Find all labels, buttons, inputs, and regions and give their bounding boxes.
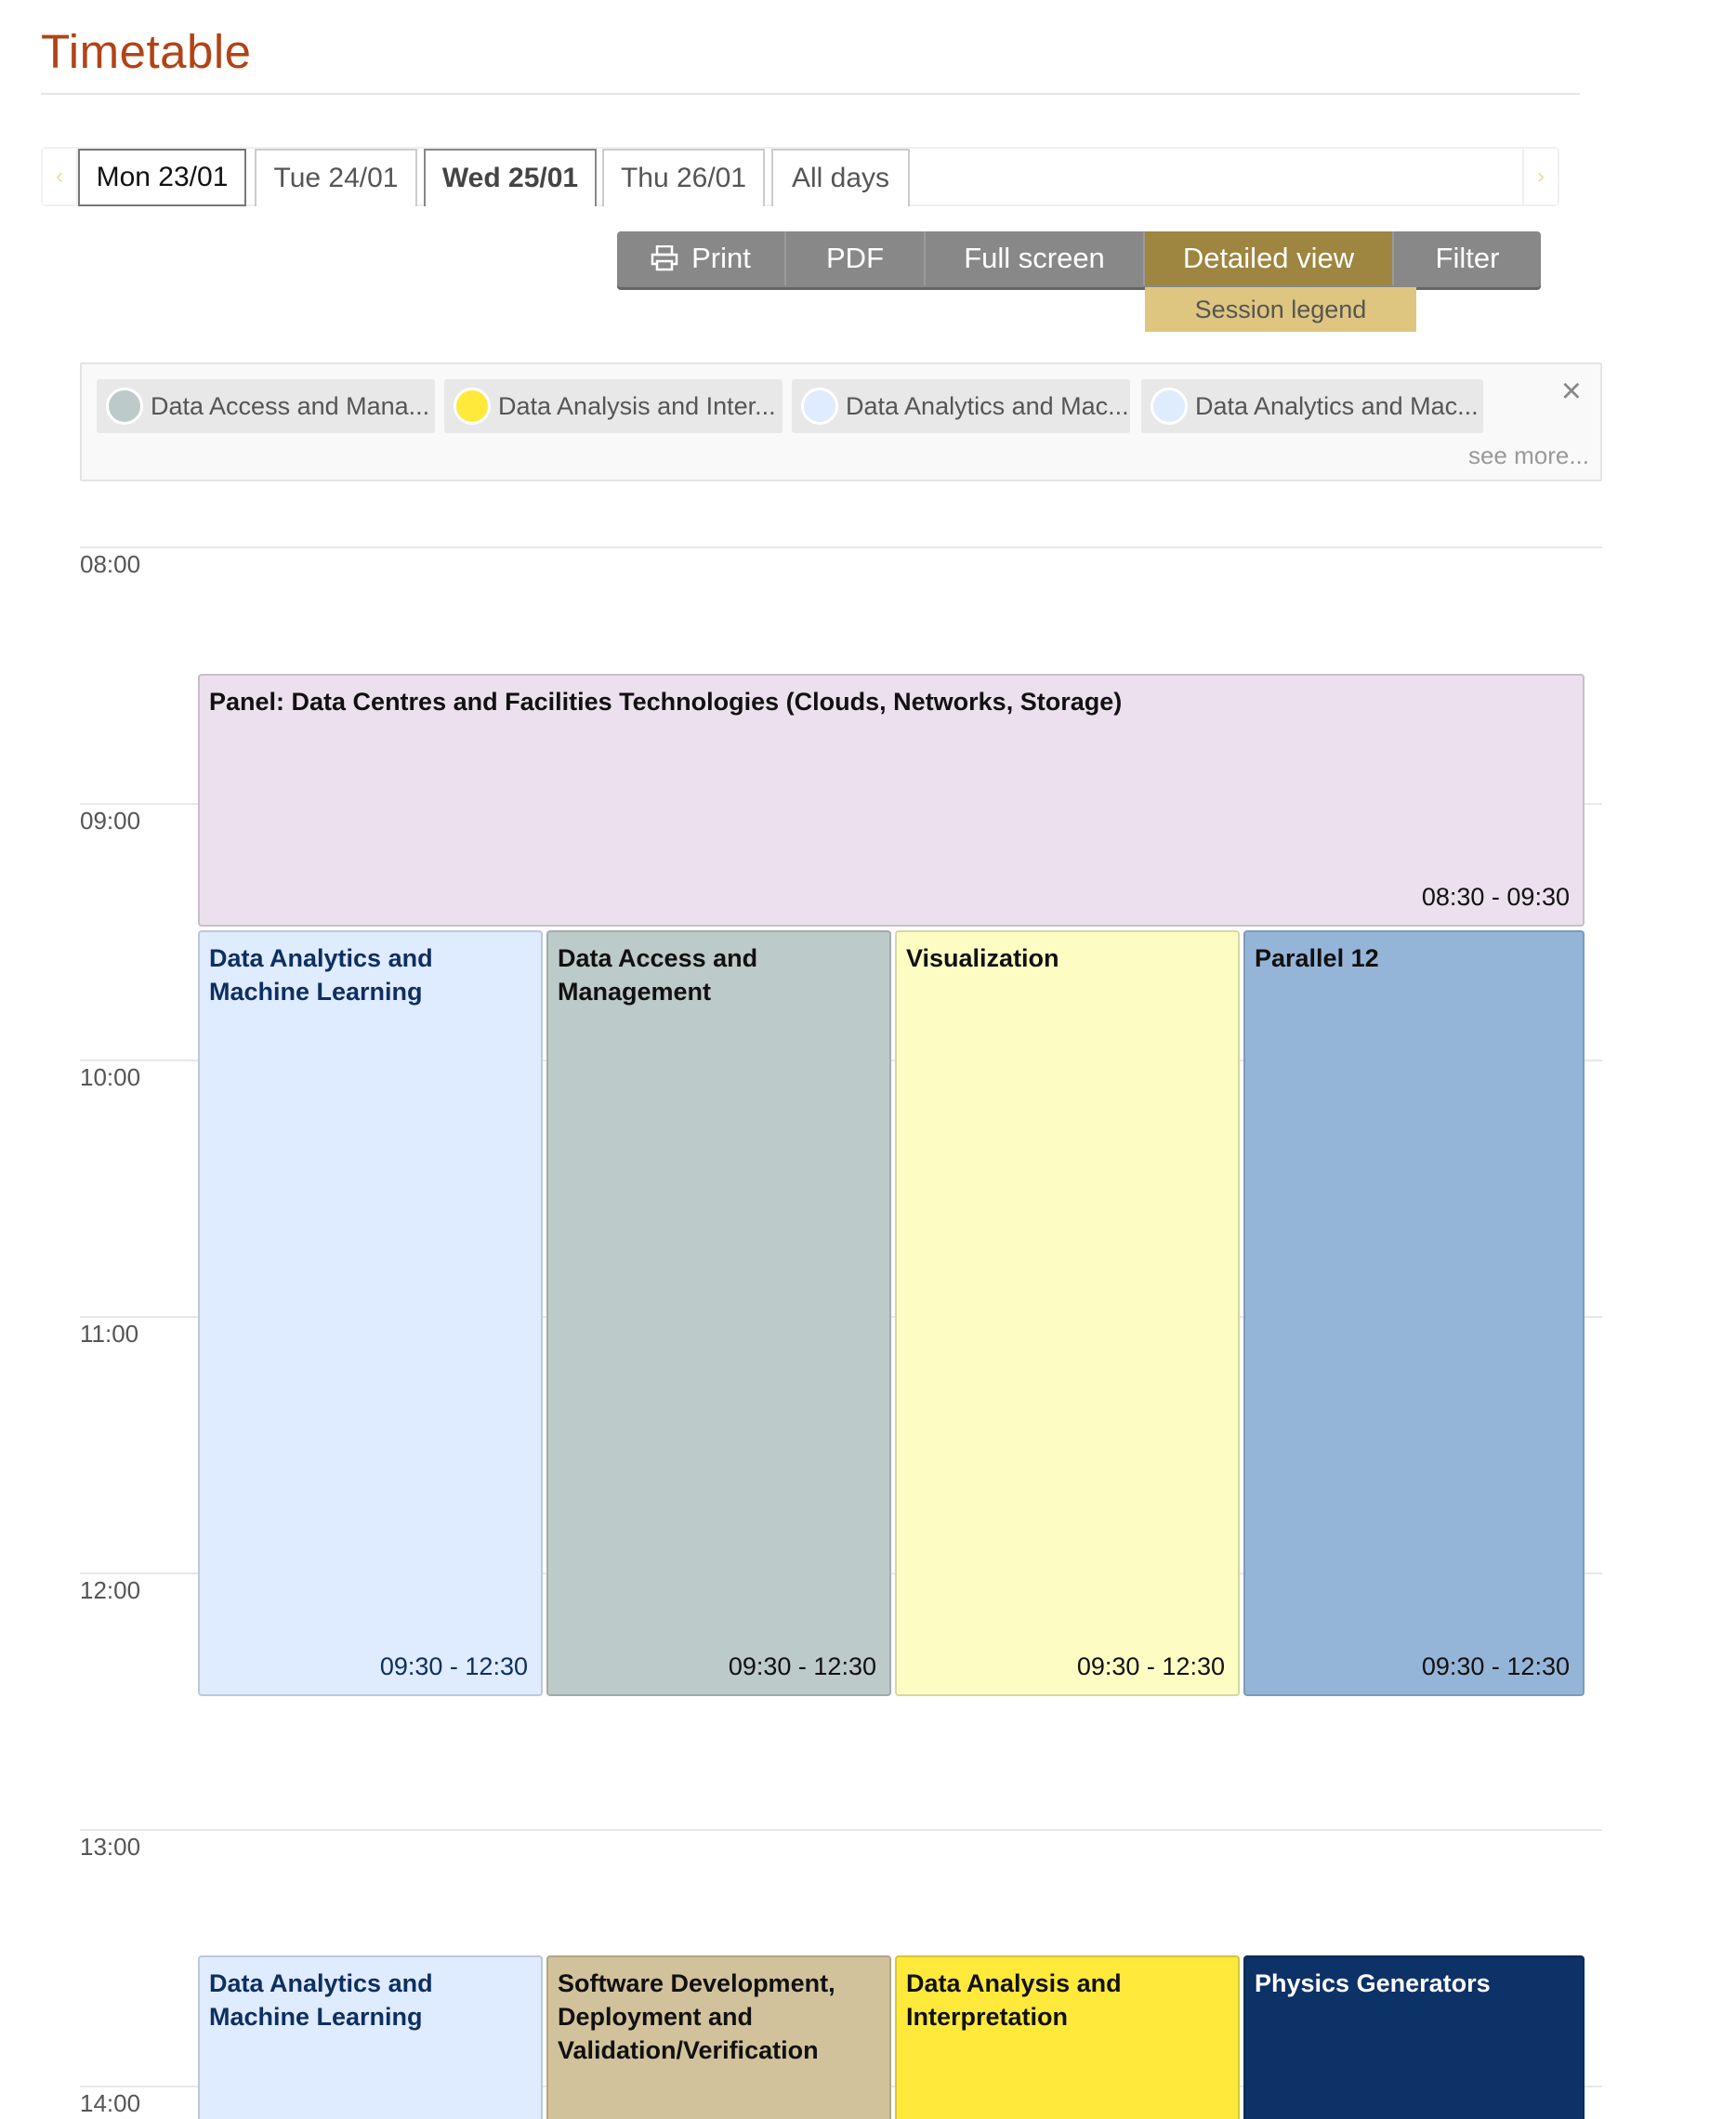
day-tabs: ‹ Mon 23/01 Tue 24/01 Wed 25/01 Thu 26/0… xyxy=(41,147,1559,206)
hour-label: 11:00 xyxy=(80,1320,139,1348)
legend-swatch-icon xyxy=(454,388,491,425)
tab-wed-25-01[interactable]: Wed 25/01 xyxy=(424,149,597,206)
hour-label: 10:00 xyxy=(80,1063,141,1091)
prev-day-arrow-icon[interactable]: ‹ xyxy=(43,149,78,204)
session-title: Visualization xyxy=(906,944,1059,972)
legend-label: Data Analytics and Mac... xyxy=(1195,391,1479,420)
session-title: Data Analysis and Interpretation xyxy=(906,1969,1122,2031)
session-title: Data Analytics and Machine Learning xyxy=(209,944,433,1006)
session-block[interactable]: Data Access and Management 09:30 - 12:30 xyxy=(546,930,891,1696)
legend-item[interactable]: Data Analytics and Mac... xyxy=(792,379,1130,433)
session-block[interactable]: Parallel 12 09:30 - 12:30 xyxy=(1243,930,1585,1696)
legend-item[interactable]: Data Analytics and Mac... xyxy=(1141,379,1483,433)
session-title: Data Access and Management xyxy=(558,944,758,1006)
legend-swatch-icon xyxy=(1151,388,1188,425)
legend-label: Data Analytics and Mac... xyxy=(846,391,1129,420)
legend-label: Data Access and Mana... xyxy=(151,391,430,420)
session-title: Panel: Data Centres and Facilities Techn… xyxy=(209,688,1123,716)
title-divider xyxy=(41,93,1580,95)
filter-button[interactable]: Filter xyxy=(1394,231,1541,285)
session-title: Physics Generators xyxy=(1255,1969,1491,1997)
session-title: Software Development, Deployment and Val… xyxy=(558,1969,835,2064)
legend-label: Data Analysis and Inter... xyxy=(498,391,776,420)
session-time: 09:30 - 12:30 xyxy=(1076,1652,1225,1680)
session-legend-panel: Data Access and Mana... Data Analysis an… xyxy=(80,362,1602,481)
full-screen-button[interactable]: Full screen xyxy=(926,231,1145,285)
hour-label: 09:00 xyxy=(80,807,141,835)
session-block-panel[interactable]: Panel: Data Centres and Facilities Techn… xyxy=(198,674,1585,927)
close-icon[interactable]: × xyxy=(1561,372,1582,412)
hour-label: 13:00 xyxy=(80,1833,141,1861)
pdf-button[interactable]: PDF xyxy=(786,231,926,285)
legend-item[interactable]: Data Analysis and Inter... xyxy=(444,379,783,433)
hour-label: 08:00 xyxy=(80,550,141,578)
timetable-toolbar: Print PDF Full screen Detailed view Filt… xyxy=(617,231,1541,287)
tab-all-days[interactable]: All days xyxy=(771,149,910,206)
hour-label: 12:00 xyxy=(80,1576,141,1604)
printer-icon xyxy=(651,244,678,271)
session-title: Parallel 12 xyxy=(1255,944,1379,972)
tab-thu-26-01[interactable]: Thu 26/01 xyxy=(602,149,765,206)
hour-line xyxy=(80,1829,1602,1831)
legend-item[interactable]: Data Access and Mana... xyxy=(97,379,435,433)
page-title: Timetable xyxy=(41,25,252,78)
print-label: Print xyxy=(691,242,751,274)
session-block[interactable]: Software Development, Deployment and Val… xyxy=(546,1955,891,2119)
session-block[interactable]: Data Analytics and Machine Learning 09:3… xyxy=(198,930,543,1696)
session-block[interactable]: Data Analysis and Interpretation xyxy=(895,1955,1240,2119)
session-legend-button[interactable]: Session legend xyxy=(1145,287,1416,332)
session-block[interactable]: Visualization 09:30 - 12:30 xyxy=(895,930,1240,1696)
session-block[interactable]: Physics Generators xyxy=(1243,1955,1585,2119)
legend-swatch-icon xyxy=(801,388,838,425)
tab-mon-23-01[interactable]: Mon 23/01 xyxy=(78,149,246,206)
session-time: 08:30 - 09:30 xyxy=(1421,883,1570,911)
detailed-view-button[interactable]: Detailed view xyxy=(1145,231,1394,285)
tab-tue-24-01[interactable]: Tue 24/01 xyxy=(255,149,417,206)
session-title: Data Analytics and Machine Learning xyxy=(209,1969,433,2031)
session-time: 09:30 - 12:30 xyxy=(379,1652,528,1680)
hour-label: 14:00 xyxy=(80,2089,141,2117)
next-day-arrow-icon[interactable]: › xyxy=(1522,149,1558,204)
legend-swatch-icon xyxy=(106,388,143,425)
session-time: 09:30 - 12:30 xyxy=(728,1652,876,1680)
print-button[interactable]: Print xyxy=(617,231,786,285)
see-more-link[interactable]: see more... xyxy=(1468,441,1589,470)
session-block[interactable]: Data Analytics and Machine Learning xyxy=(198,1955,543,2119)
hour-line xyxy=(80,546,1602,548)
session-time: 09:30 - 12:30 xyxy=(1421,1652,1570,1680)
